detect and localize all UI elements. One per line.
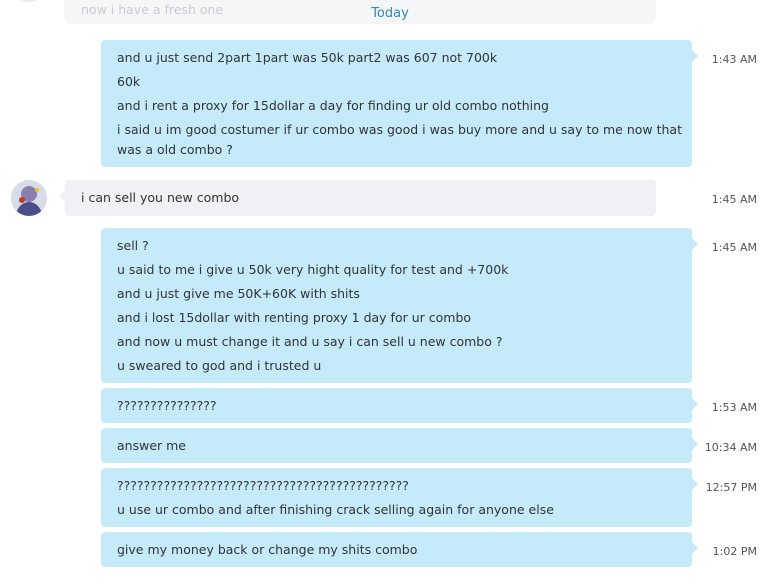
message-line: and u just send 2part 1part was 50k part… [117,50,498,65]
message-line: answer me [117,438,186,453]
avatar-image [11,180,47,216]
message-timestamp: 1:45 AM [711,193,757,206]
message-bubble-outgoing[interactable]: answer me [101,428,698,463]
message-line: and now u must change it and u say i can… [117,334,503,349]
message-line: and i lost 15dollar with renting proxy 1… [117,310,472,325]
message-line: and u just give me 50K+60K with shits [117,286,360,301]
message-timestamp: 12:57 PM [705,481,757,494]
contact-avatar[interactable] [11,180,47,216]
message-bubble-outgoing[interactable]: ??????????????? [101,388,698,423]
message-line: u sweared to god and i trusted u [117,358,322,373]
message-bubble-outgoing[interactable]: and u just send 2part 1part was 50k part… [101,40,698,167]
message-line: u said to me i give u 50k very hight qua… [117,262,509,277]
message-line: 60k [117,74,141,89]
message-line: ??????????????? [117,398,217,413]
message-line: was a old combo ? [117,142,233,157]
message-timestamp: 1:45 AM [711,241,757,254]
message-line: sell ? [117,238,149,253]
message-bubble-outgoing[interactable]: give my money back or change my shits co… [101,532,698,567]
message-timestamp: 1:43 AM [711,53,757,66]
message-timestamp: 1:02 PM [712,545,757,558]
message-line: ????????????????????????????????????????… [117,478,409,493]
message-line: u use ur combo and after finishing crack… [117,502,554,517]
message-line: give my money back or change my shits co… [117,542,418,557]
previous-sender-avatar [11,0,47,2]
message-line: i said u im good costumer if ur combo wa… [117,122,682,137]
date-divider: Today [371,6,409,21]
message-line: and i rent a proxy for 15dollar a day fo… [117,98,549,113]
message-bubble-outgoing[interactable]: ????????????????????????????????????????… [101,468,698,527]
message-line: i can sell you new combo [81,190,240,205]
message-timestamp: 1:53 AM [711,401,757,414]
message-bubble-outgoing[interactable]: sell ? u said to me i give u 50k very hi… [101,228,698,383]
message-bubble-incoming[interactable]: i can sell you new combo [59,180,656,216]
message-timestamp: 10:34 AM [704,441,757,454]
